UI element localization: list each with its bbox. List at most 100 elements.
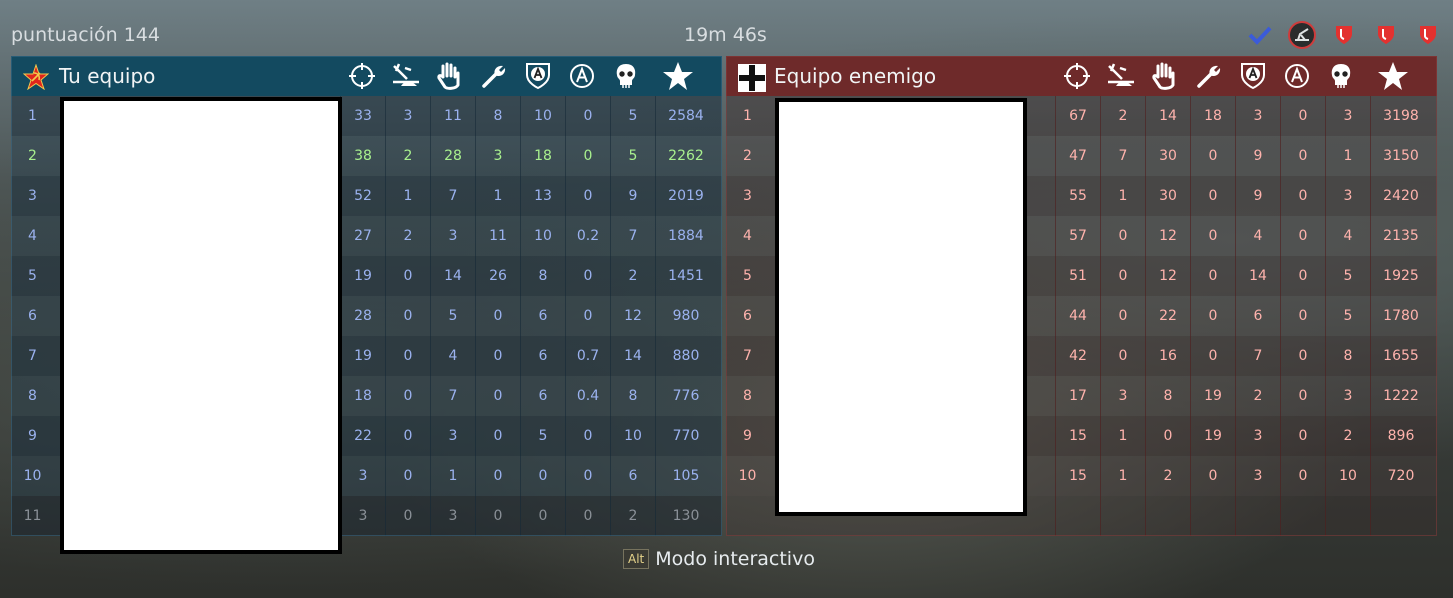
- stat-cell-wrench: 0: [1190, 456, 1235, 496]
- stat-cell-circle-a: 0: [1280, 416, 1325, 456]
- stat-cell-shield-a: 10: [520, 96, 565, 136]
- stat-cell-crosshair: 57: [1055, 216, 1100, 256]
- stat-cell-crosshair: 44: [1055, 296, 1100, 336]
- stat-cell-skull: 3: [1325, 376, 1370, 416]
- circle-a-icon: [1275, 56, 1319, 96]
- stat-cell-star: 770: [655, 416, 716, 456]
- stat-cell-hand: 1: [430, 456, 475, 496]
- stat-cell-wrench: 0: [475, 416, 520, 456]
- stat-cell-star: 1451: [655, 256, 716, 296]
- match-timer: 19m 46s: [684, 24, 767, 46]
- stat-cell-circle-a: [1280, 496, 1325, 536]
- player-rank: 9: [28, 428, 37, 444]
- stat-cell-circle-a: 0: [1280, 296, 1325, 336]
- stat-cell-shield-a: 0: [520, 496, 565, 536]
- artillery-icon[interactable]: [1287, 20, 1317, 50]
- skull-icon: [604, 56, 648, 96]
- stat-cell-circle-a: 0: [1280, 96, 1325, 136]
- stat-cell-wrench: 0: [475, 376, 520, 416]
- stat-cell-wrench: 0: [1190, 136, 1235, 176]
- stat-cell-star: 980: [655, 296, 716, 336]
- stat-cell-hand: [1145, 496, 1190, 536]
- stat-cell-skull: 7: [610, 216, 655, 256]
- stat-cell-shield-a: 6: [520, 296, 565, 336]
- stat-cell-crosshair: 52: [340, 176, 385, 216]
- player-rank: 10: [23, 468, 42, 484]
- stat-cell-skull: 3: [1325, 176, 1370, 216]
- stat-cell-skull: 2: [610, 496, 655, 536]
- stat-cell-circle-a: 0: [1280, 136, 1325, 176]
- stat-cell-crosshair: 3: [340, 456, 385, 496]
- stat-cell-wrench: 8: [475, 96, 520, 136]
- stat-cell-plane-down: 2: [385, 136, 430, 176]
- stat-cell-circle-a: 0: [1280, 256, 1325, 296]
- stat-cell-wrench: 0: [475, 336, 520, 376]
- stat-cell-hand: 7: [430, 376, 475, 416]
- stat-cell-hand: 2: [1145, 456, 1190, 496]
- stat-cell-shield-a: 13: [520, 176, 565, 216]
- enemy-team-name: Equipo enemigo: [774, 64, 937, 88]
- stat-cell-star: 3198: [1370, 96, 1431, 136]
- stat-cell-wrench: 18: [1190, 96, 1235, 136]
- stat-cell-star: 130: [655, 496, 716, 536]
- shield-icon: [1413, 20, 1443, 50]
- redacted-player-names: [60, 97, 342, 554]
- ally-team-name: Tu equipo: [59, 64, 156, 88]
- stat-cell-star: 105: [655, 456, 716, 496]
- circle-a-icon: [560, 56, 604, 96]
- stat-cell-wrench: 26: [475, 256, 520, 296]
- wrench-icon: [1187, 56, 1231, 96]
- stat-cell-plane-down: 7: [1100, 136, 1145, 176]
- stat-cell-plane-down: 1: [385, 176, 430, 216]
- stat-cell-shield-a: 3: [1235, 96, 1280, 136]
- stat-cell-shield-a: 6: [520, 376, 565, 416]
- stat-cell-skull: 5: [1325, 296, 1370, 336]
- stat-cell-crosshair: 19: [340, 256, 385, 296]
- stat-cell-skull: 2: [610, 256, 655, 296]
- stat-cell-crosshair: 27: [340, 216, 385, 256]
- stat-cell-hand: 8: [1145, 376, 1190, 416]
- stat-cell-wrench: 11: [475, 216, 520, 256]
- stat-cell-circle-a: 0: [565, 136, 610, 176]
- star-icon: [1363, 56, 1423, 96]
- stat-cell-hand: 11: [430, 96, 475, 136]
- stat-cell-crosshair: 22: [340, 416, 385, 456]
- stat-cell-hand: 14: [1145, 96, 1190, 136]
- crosshair-icon: [1055, 56, 1099, 96]
- stat-cell-plane-down: 1: [1100, 176, 1145, 216]
- interactive-mode-label: Modo interactivo: [655, 548, 815, 570]
- stat-cell-star: 1884: [655, 216, 716, 256]
- alt-key-badge: Alt: [623, 549, 650, 569]
- player-rank: 3: [743, 188, 752, 204]
- stat-cell-star: 2262: [655, 136, 716, 176]
- stat-cell-plane-down: 2: [385, 216, 430, 256]
- player-rank: 6: [743, 308, 752, 324]
- stat-column-headers: [1055, 56, 1423, 96]
- stat-cell-hand: 16: [1145, 336, 1190, 376]
- player-rank: 1: [28, 108, 37, 124]
- stat-cell-skull: 12: [610, 296, 655, 336]
- ally-team-header: Tu equipo: [11, 56, 722, 96]
- stat-cell-wrench: 0: [1190, 176, 1235, 216]
- stat-cell-skull: [1325, 496, 1370, 536]
- plane-down-icon: [384, 56, 428, 96]
- stat-cell-plane-down: 0: [1100, 216, 1145, 256]
- stat-cell-crosshair: 15: [1055, 416, 1100, 456]
- stat-cell-hand: 0: [1145, 416, 1190, 456]
- stat-cell-hand: 14: [430, 256, 475, 296]
- stat-cell-shield-a: 14: [1235, 256, 1280, 296]
- stat-cell-star: [1370, 496, 1431, 536]
- stat-cell-wrench: 3: [475, 136, 520, 176]
- stat-cell-shield-a: 10: [520, 216, 565, 256]
- stat-cell-hand: 7: [430, 176, 475, 216]
- stat-cell-wrench: 0: [1190, 336, 1235, 376]
- stat-cell-crosshair: 38: [340, 136, 385, 176]
- iron-cross-icon: [738, 64, 766, 92]
- shield-a-icon: [1231, 56, 1275, 96]
- soviet-star-icon: [22, 63, 50, 91]
- crosshair-icon: [340, 56, 384, 96]
- score-label: puntuación 144: [11, 24, 160, 46]
- stat-cell-circle-a: 0: [565, 96, 610, 136]
- stat-cell-shield-a: 2: [1235, 376, 1280, 416]
- stat-cell-circle-a: 0.7: [565, 336, 610, 376]
